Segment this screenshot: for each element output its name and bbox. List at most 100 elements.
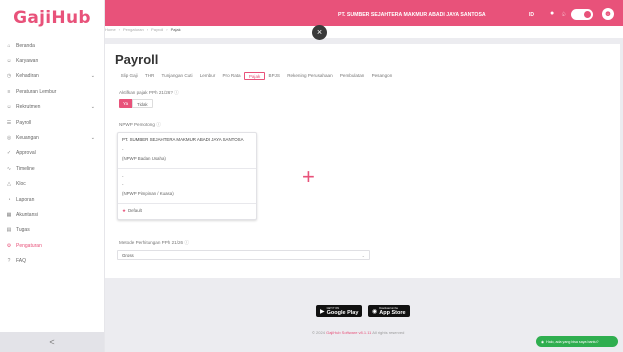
people-icon: ☺ — [6, 104, 12, 111]
chevron-down-icon: ⌄ — [90, 73, 95, 80]
pph-toggle-label: Aktifkan pajak PPh 21/26? ⓘ — [119, 90, 179, 95]
bell-icon[interactable]: ♤ — [561, 11, 566, 18]
chevron-down-icon: ⌄ — [90, 135, 95, 142]
method-select-value: Gross — [122, 253, 134, 258]
add-npwp-button[interactable]: + — [257, 132, 367, 222]
tab-pro-rata[interactable]: Pro Rata — [219, 72, 244, 80]
help-icon[interactable]: ⓘ — [156, 122, 161, 127]
breadcrumb: Home › Pengaturan › Payroll › Pajak — [105, 27, 181, 32]
tab-lembur[interactable]: Lembur — [196, 72, 219, 80]
tab-slip-gaji[interactable]: Slip Gaji — [117, 72, 141, 80]
star-icon: ★ — [122, 208, 126, 213]
user-avatar[interactable]: ☻ — [602, 8, 614, 20]
breadcrumb-separator: › — [146, 27, 149, 32]
chat-icon: ◉ — [541, 339, 545, 344]
close-tab-button[interactable]: × — [312, 25, 327, 40]
npwp-label: NPWP Pemotong ⓘ — [119, 122, 161, 127]
sidebar: GajiHub ⌂ Beranda ☺ Karyawan ◷ Kehadiran ⌄ ≡ Per… — [0, 0, 105, 352]
npwp-default-card[interactable]: PT. SUMBER SEJAHTERA MAKMUR ABADI JAYA S… — [117, 132, 257, 220]
sidebar-item-label: Rekrutmen — [16, 104, 41, 111]
company-switcher[interactable]: PT. SUMBER SEJAHTERA MAKMUR ABADI JAYA S… — [338, 12, 486, 18]
sidebar-nav: ⌂ Beranda ☺ Karyawan ◷ Kehadiran ⌄ ≡ Peraturan L… — [0, 36, 104, 269]
chevron-down-icon: ⌄ — [90, 104, 95, 111]
task-icon: ▤ — [6, 227, 12, 234]
sidebar-item-pengaturan[interactable]: ⚙ Pengaturan — [0, 238, 104, 253]
approval-icon: ✓ — [6, 150, 12, 157]
gear-icon: ⚙ — [6, 242, 12, 249]
sidebar-item-label: Approval — [16, 150, 36, 157]
info-icon[interactable]: ● — [550, 10, 554, 17]
sidebar-item-label: Kehadiran — [16, 73, 39, 80]
language-switcher[interactable]: ID — [529, 12, 534, 18]
sidebar-item-label: Payroll — [16, 119, 32, 126]
breadcrumb-home[interactable]: Home — [105, 27, 116, 32]
sidebar-item-label: Peraturan Lembur — [16, 88, 57, 95]
tab-tunjangan-cuti[interactable]: Tunjangan Cuti — [158, 72, 196, 80]
help-icon[interactable]: ⓘ — [184, 240, 189, 245]
home-icon: ⌂ — [7, 42, 11, 49]
sidebar-item-label: Pengaturan — [16, 242, 42, 249]
sidebar-item-timeline[interactable]: ∿ Timeline — [0, 161, 104, 176]
google-play-icon: ▶ — [320, 308, 325, 315]
sidebar-item-label: Timeline — [16, 165, 35, 172]
user-icon: ☺ — [6, 58, 12, 65]
sidebar-item-rekrutmen[interactable]: ☺ Rekrutmen ⌄ — [0, 100, 104, 115]
sidebar-item-beranda[interactable]: ⌂ Beranda — [0, 38, 104, 53]
divider — [118, 203, 256, 204]
tab-rekening-perusahaan[interactable]: Rekening Perusahaan — [284, 72, 337, 80]
google-play-text: Google Play — [326, 310, 359, 316]
sidebar-item-kloc[interactable]: △ Kloc — [0, 177, 104, 192]
sidebar-item-payroll[interactable]: ☰ Payroll — [0, 115, 104, 130]
method-select[interactable]: Gross ⌄ — [117, 250, 370, 260]
method-label: Metode Perhitungan PPh 21/26 ⓘ — [119, 240, 189, 245]
payroll-tabs: Slip Gaji THR Tunjangan Cuti Lembur Pro Rata… — [117, 72, 396, 80]
theme-toggle[interactable] — [571, 9, 593, 20]
sidebar-item-akuntansi[interactable]: ▦ Akuntansi — [0, 207, 104, 222]
npwp-leader-label: (NPWP Pimpinan / Kuasa) — [122, 191, 174, 196]
help-icon[interactable]: ⓘ — [174, 90, 179, 95]
apple-icon: ◉ — [372, 308, 378, 315]
sidebar-collapse-button[interactable]: < — [0, 332, 104, 352]
sidebar-item-karyawan[interactable]: ☺ Karyawan — [0, 53, 104, 68]
copyright-text: © 2024 GajiHub Software v8.1.11 All righ… — [312, 330, 405, 335]
sidebar-item-keuangan[interactable]: ◎ Keuangan ⌄ — [0, 130, 104, 145]
page-title: Payroll — [115, 52, 159, 67]
google-play-button[interactable]: ▶ GET IT ON Google Play — [316, 305, 363, 317]
breadcrumb-pengaturan[interactable]: Pengaturan — [123, 27, 144, 32]
npwp-leader-name: - — [122, 174, 124, 179]
sidebar-item-tugas[interactable]: ▤ Tugas — [0, 223, 104, 238]
sidebar-item-faq[interactable]: ? FAQ — [0, 253, 104, 268]
money-icon: ◎ — [6, 135, 12, 142]
breadcrumb-current: Pajak — [170, 27, 181, 32]
npwp-company-name: PT. SUMBER SEJAHTERA MAKMUR ABADI JAYA S… — [122, 137, 244, 142]
tab-thr[interactable]: THR — [141, 72, 158, 80]
sidebar-item-approval[interactable]: ✓ Approval — [0, 146, 104, 161]
app-store-text: App Store — [379, 310, 406, 316]
tab-pesangon[interactable]: Pesangon — [368, 72, 396, 80]
chat-widget-button[interactable]: ◉ Halo, ada yang bisa saya bantu? — [536, 336, 618, 347]
sidebar-item-peraturan-lembur[interactable]: ≡ Peraturan Lembur — [0, 84, 104, 99]
sidebar-item-label: Beranda — [16, 42, 35, 49]
breadcrumb-payroll[interactable]: Payroll — [151, 27, 163, 32]
sidebar-item-label: Kloc — [16, 181, 26, 188]
breadcrumb-separator: › — [166, 27, 168, 32]
chat-widget-label: Halo, ada yang bisa saya bantu? — [546, 339, 599, 344]
tab-bpjs[interactable]: BPJS — [265, 72, 284, 80]
npwp-entity-label: (NPWP Badan Usaha) — [122, 156, 166, 161]
sidebar-item-laporan[interactable]: ◔ Laporan — [0, 192, 104, 207]
pph-no-button[interactable]: Tidak — [132, 99, 153, 108]
pph-yes-button[interactable]: Ya — [119, 99, 133, 108]
sidebar-item-label: Laporan — [16, 196, 35, 203]
question-icon: ? — [7, 258, 11, 265]
default-badge: ★ Default — [122, 208, 142, 213]
chevron-down-icon: ⌄ — [361, 253, 365, 258]
breadcrumb-separator: › — [118, 27, 121, 32]
tab-pembulatan[interactable]: Pembulatan — [336, 72, 368, 80]
copyright-brand-link[interactable]: GajiHub Software v8.1.11 — [326, 330, 371, 335]
tab-pajak[interactable]: Pajak — [244, 72, 265, 80]
kloc-icon: △ — [7, 181, 11, 188]
sidebar-item-label: Keuangan — [16, 135, 39, 142]
app-store-button[interactable]: ◉ Download on the App Store — [368, 305, 410, 317]
sidebar-item-kehadiran[interactable]: ◷ Kehadiran ⌄ — [0, 69, 104, 84]
app-logo[interactable]: GajiHub — [0, 0, 104, 36]
